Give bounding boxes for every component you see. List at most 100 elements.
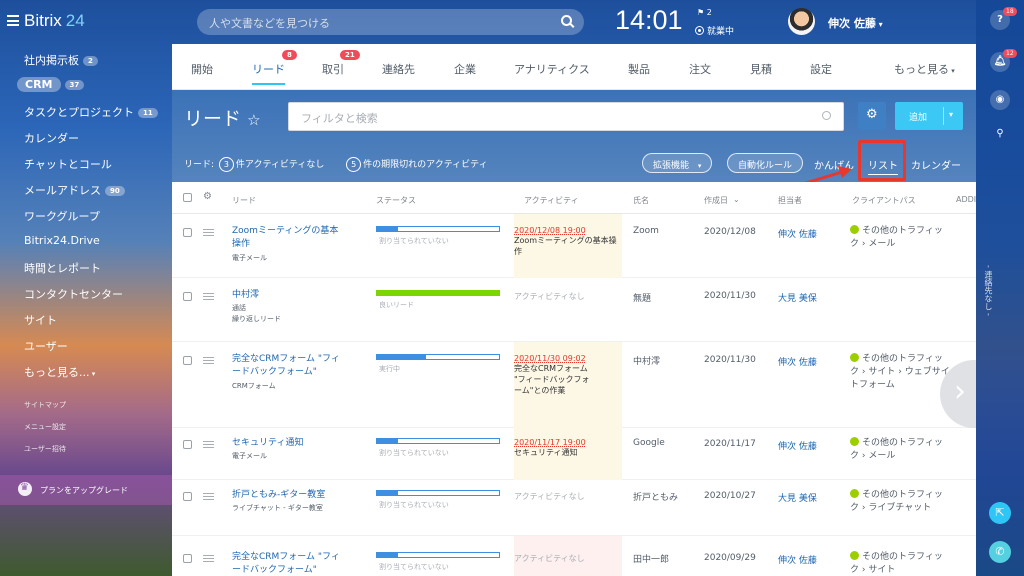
activity-cell[interactable]: 2020/12/08 19:00 Zoomミーティングの基本操作 (514, 226, 620, 257)
status-progress-bar[interactable] (376, 226, 500, 232)
invite-users-link[interactable]: ユーザー招待 (24, 444, 66, 454)
status-progress-bar[interactable] (376, 354, 500, 360)
row-menu-icon[interactable] (203, 357, 214, 364)
user-name[interactable]: 伸次 佐藤 (828, 15, 883, 31)
row-menu-icon[interactable] (203, 293, 214, 300)
row-menu-icon[interactable] (203, 229, 214, 236)
status-progress-bar[interactable] (376, 290, 500, 296)
overdue-label[interactable]: 件の期限切れのアクティビティ (363, 160, 487, 170)
status-progress-bar[interactable] (376, 552, 500, 558)
tab-products[interactable]: 製品 (628, 61, 650, 77)
left-menu-item-contact-center[interactable]: コンタクトセンター (24, 286, 123, 302)
tab-analytics[interactable]: アナリティクス (514, 61, 590, 77)
activity-cell[interactable]: 2020/11/17 19:00 セキュリティ通知 (514, 438, 620, 458)
owner-link[interactable]: 大見 美保 (778, 491, 817, 504)
status-progress-bar[interactable] (376, 438, 500, 444)
activity-deadline[interactable]: 2020/11/17 19:00 (514, 438, 620, 447)
column-header-client-path[interactable]: クライアントパス (852, 195, 916, 206)
lead-title-link[interactable]: 完全なCRMフォーム "フィードバックフォーム" (232, 551, 344, 576)
tab-contacts[interactable]: 連絡先 (382, 61, 415, 77)
activity-cell[interactable]: アクティビティなし (514, 553, 620, 564)
row-checkbox[interactable] (183, 228, 192, 237)
table-row[interactable]: セキュリティ通知 電子メール 割り当てられていない 2020/11/17 19:… (172, 428, 976, 480)
tab-more[interactable]: もっと見る ▾ (894, 61, 955, 77)
activity-deadline[interactable]: 2020/11/30 09:02 (514, 354, 620, 363)
left-menu-item-mail[interactable]: メールアドレス 90 (24, 182, 125, 198)
row-checkbox[interactable] (183, 356, 192, 365)
left-menu-item-time[interactable]: 時間とレポート (24, 260, 101, 276)
column-header-additional[interactable]: ADDI (956, 195, 976, 204)
lead-title-link[interactable]: セキュリティ通知 (232, 437, 344, 450)
chat-icon[interactable]: ◉ (990, 90, 1010, 110)
row-menu-icon[interactable] (203, 555, 214, 562)
logo[interactable]: Bitrix 24 (24, 11, 85, 31)
chevron-down-icon[interactable]: ▾ (949, 110, 953, 119)
row-checkbox[interactable] (183, 440, 192, 449)
view-calendar[interactable]: カレンダー (911, 157, 961, 172)
no-activity-label[interactable]: 件アクティビティなし (236, 160, 324, 170)
left-menu-item-chat[interactable]: チャットとコール (24, 156, 112, 172)
mobile-app-icon[interactable]: ⇱ (989, 502, 1011, 524)
filter-search-input[interactable]: フィルタと検索 (288, 102, 844, 131)
activity-cell[interactable]: アクティビティなし (514, 491, 620, 502)
owner-link[interactable]: 伸次 佐藤 (778, 355, 817, 368)
column-header-activity[interactable]: アクティビティ (524, 195, 579, 206)
column-header-lead[interactable]: リード (232, 195, 256, 206)
tab-quotes[interactable]: 見積 (750, 61, 772, 77)
activity-cell[interactable]: アクティビティなし (514, 291, 620, 302)
lead-title-link[interactable]: 完全なCRMフォーム "フィードバックフォーム" (232, 353, 344, 379)
row-menu-icon[interactable] (203, 493, 214, 500)
owner-link[interactable]: 大見 美保 (778, 291, 817, 304)
lead-title-link[interactable]: 中村澪 (232, 289, 344, 302)
no-activity-count[interactable]: 3 (218, 157, 234, 172)
owner-link[interactable]: 伸次 佐藤 (778, 553, 817, 566)
search-icon[interactable] (822, 111, 831, 120)
column-header-name[interactable]: 氏名 (633, 195, 649, 206)
tab-start[interactable]: 開始 (191, 61, 213, 77)
left-menu-item-more[interactable]: もっと見る... ▾ (24, 364, 95, 380)
tab-settings[interactable]: 設定 (810, 61, 832, 77)
table-row[interactable]: 完全なCRMフォーム "フィードバックフォーム" 割り当てられていない アクティ… (172, 536, 976, 576)
left-menu-item-tasks[interactable]: タスクとプロジェクト 11 (24, 104, 158, 120)
left-menu-item-workgroups[interactable]: ワークグループ (24, 208, 100, 224)
work-status[interactable]: 就業中 (695, 24, 734, 37)
left-menu-item-sites[interactable]: サイト (24, 312, 57, 328)
lead-title-link[interactable]: Zoomミーティングの基本操作 (232, 225, 344, 251)
hamburger-menu-icon[interactable] (7, 15, 19, 26)
automation-rules-button[interactable]: 自動化ルール (727, 153, 804, 173)
row-checkbox[interactable] (183, 554, 192, 563)
column-header-owner[interactable]: 担当者 (778, 195, 802, 206)
phone-icon[interactable]: ✆ (989, 541, 1011, 563)
left-menu-item-feed[interactable]: 社内掲示板 2 (24, 52, 98, 68)
search-icon[interactable]: ⚲ (990, 124, 1010, 144)
column-header-status[interactable]: ステータス (376, 195, 416, 206)
avatar[interactable] (788, 8, 815, 35)
table-row[interactable]: 完全なCRMフォーム "フィードバックフォーム" CRMフォーム 実行中 202… (172, 342, 976, 428)
left-menu-item-calendar[interactable]: カレンダー (24, 130, 79, 146)
row-menu-icon[interactable] (203, 441, 214, 448)
star-icon[interactable]: ☆ (247, 111, 260, 129)
upgrade-plan-button[interactable]: プランをアップグレード (0, 475, 172, 505)
left-menu-item-drive[interactable]: Bitrix24.Drive (24, 234, 100, 247)
clock[interactable]: 14:01 (615, 5, 683, 36)
row-checkbox[interactable] (183, 292, 192, 301)
search-icon[interactable] (561, 15, 572, 26)
row-checkbox[interactable] (183, 492, 192, 501)
owner-link[interactable]: 伸次 佐藤 (778, 439, 817, 452)
tab-orders[interactable]: 注文 (689, 61, 711, 77)
tab-companies[interactable]: 企業 (454, 61, 476, 77)
sitemap-link[interactable]: サイトマップ (24, 400, 66, 410)
table-row[interactable]: 中村澪 通話 繰り返しリード 良いリード アクティビティなし 無題 2020/1… (172, 278, 976, 342)
tab-deals[interactable]: 取引 21 (322, 50, 360, 77)
table-row[interactable]: 折戸ともみ-ギター教室 ライブチャット - ギター教室 割り当てられていない ア… (172, 480, 976, 536)
add-button[interactable]: 追加 ▾ (895, 102, 963, 130)
column-header-created[interactable]: 作成日 (704, 195, 728, 206)
extensions-button[interactable]: 拡張機能 ▾ (642, 153, 713, 173)
menu-settings-link[interactable]: メニュー設定 (24, 422, 66, 432)
overdue-count[interactable]: 5 (346, 157, 362, 172)
table-row[interactable]: Zoomミーティングの基本操作 電子メール 割り当てられていない 2020/12… (172, 214, 976, 278)
lead-title-link[interactable]: 折戸ともみ-ギター教室 (232, 489, 344, 502)
global-search-input[interactable]: 人や文書などを見つける (197, 9, 584, 35)
gear-icon[interactable]: ⚙ (203, 191, 212, 202)
activity-deadline[interactable]: 2020/12/08 19:00 (514, 226, 620, 235)
